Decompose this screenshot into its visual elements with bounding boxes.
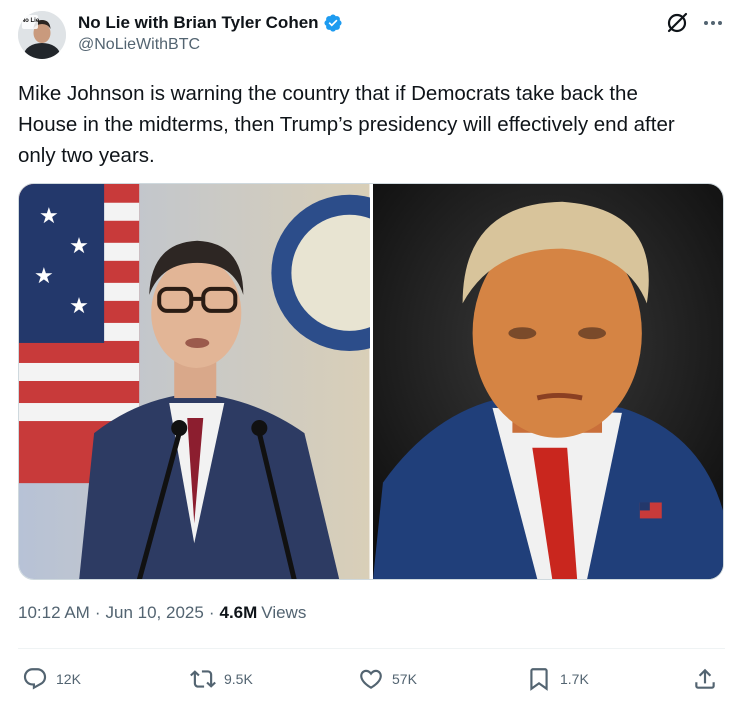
- tweet-meta: 10:12 AM · Jun 10, 2025 · 4.6M Views: [18, 603, 306, 623]
- reply-button[interactable]: 12K: [22, 666, 81, 692]
- tweet-time[interactable]: 10:12 AM: [18, 603, 90, 623]
- avatar-badge-text: No Lie: [21, 18, 40, 24]
- share-button[interactable]: [692, 666, 718, 692]
- views-label: Views: [261, 603, 307, 622]
- bookmark-icon: [530, 668, 548, 691]
- reply-count: 12K: [56, 671, 81, 687]
- media-grid: ★ ★ ★ ★: [18, 183, 724, 580]
- media-image-2[interactable]: [372, 184, 723, 579]
- svg-text:★: ★: [34, 264, 54, 289]
- grok-icon[interactable]: [664, 10, 690, 36]
- divider: [18, 648, 725, 649]
- media-image-1[interactable]: ★ ★ ★ ★: [19, 184, 370, 579]
- tweet-date[interactable]: Jun 10, 2025: [106, 603, 204, 623]
- views-count[interactable]: 4.6M: [219, 603, 257, 623]
- tweet-text: Mike Johnson is warning the country that…: [18, 82, 675, 167]
- like-count: 57K: [392, 671, 417, 687]
- author-handle[interactable]: @NoLieWithBTC: [78, 36, 200, 54]
- verified-badge-icon: [324, 14, 342, 32]
- svg-text:★: ★: [39, 204, 59, 229]
- reply-icon: [23, 668, 47, 690]
- repost-icon: [190, 670, 216, 688]
- action-bar: 12K 9.5K 57K 1.7K: [0, 660, 743, 700]
- bookmark-button[interactable]: 1.7K: [526, 666, 589, 692]
- photo-man-portrait-icon: [372, 184, 723, 579]
- svg-text:★: ★: [69, 294, 89, 319]
- more-options-icon[interactable]: [700, 10, 726, 36]
- repost-button[interactable]: 9.5K: [190, 666, 253, 692]
- bookmark-count: 1.7K: [560, 671, 589, 687]
- share-icon: [695, 668, 715, 689]
- author-name[interactable]: No Lie with Brian Tyler Cohen: [78, 13, 319, 33]
- photo-man-podium-flag-icon: ★ ★ ★ ★: [19, 184, 370, 579]
- meta-separator: ·: [94, 603, 101, 622]
- meta-separator: ·: [208, 603, 215, 622]
- like-button[interactable]: 57K: [358, 666, 417, 692]
- heart-icon: [360, 669, 382, 689]
- avatar[interactable]: No Lie: [18, 11, 66, 59]
- svg-text:★: ★: [69, 234, 89, 259]
- repost-count: 9.5K: [224, 671, 253, 687]
- author-row: No Lie with Brian Tyler Cohen: [78, 12, 343, 34]
